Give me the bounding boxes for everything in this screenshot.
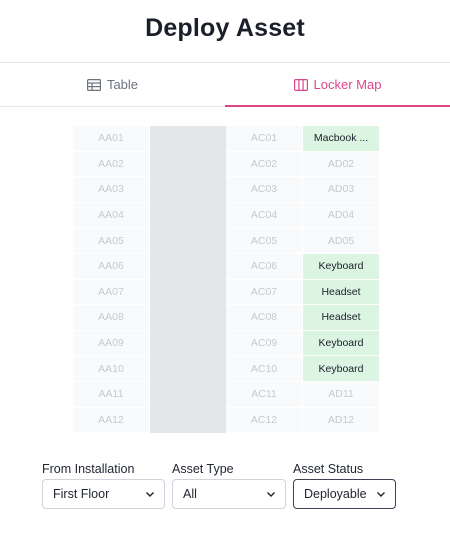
installation-select[interactable]: First Floor [42,479,165,509]
chevron-down-icon [267,492,275,497]
locker-cell[interactable]: AD12 [303,407,380,434]
locker-cell[interactable]: AC01 [226,126,303,152]
asset-type-filter: Asset Type All [172,462,286,509]
locker-cell[interactable]: AC05 [226,228,303,254]
chevron-down-icon [146,492,154,497]
locker-cell[interactable]: AC10 [226,356,303,382]
locker-map: AA01 AA02 AA03 AA04 AA05 AA06 AA07 AA08 AA09 AA10… [73,126,380,434]
locker-cell[interactable]: AD03 [303,177,380,203]
locker-cell[interactable]: AA09 [73,330,150,357]
asset-type-value: All [183,487,197,501]
asset-status-select[interactable]: Deployable [293,479,396,509]
view-tabs: Table Locker Map [0,62,450,107]
locker-cell-occupied[interactable]: Keyboard [303,330,380,357]
locker-cell[interactable]: AD05 [303,228,380,254]
chevron-down-icon [377,492,385,497]
table-icon [86,78,101,91]
locker-cell[interactable]: AC08 [226,305,303,331]
locker-cell[interactable]: AA08 [73,305,150,331]
locker-cell-occupied[interactable]: Headset [303,305,380,331]
locker-cell[interactable]: AA02 [73,151,150,178]
locker-cell[interactable]: AD04 [303,202,380,229]
locker-cell[interactable]: AA03 [73,177,150,203]
tab-locker-map-label: Locker Map [313,77,382,92]
page-title: Deploy Asset [145,14,305,42]
tab-table-label: Table [106,77,139,92]
locker-cell[interactable]: AC02 [226,151,303,178]
locker-cell[interactable]: AC04 [226,202,303,229]
locker-cell[interactable]: AC11 [226,381,303,408]
installation-filter: From Installation First Floor [42,462,165,509]
locker-cell[interactable]: AA12 [73,407,150,434]
locker-cell[interactable]: AA11 [73,381,150,408]
installation-value: First Floor [53,487,110,501]
columns-icon [293,78,308,91]
locker-cell[interactable]: AD02 [303,151,380,178]
locker-cell[interactable]: AA01 [73,126,150,152]
tab-table[interactable]: Table [0,63,225,106]
locker-cell[interactable]: AA10 [73,356,150,382]
locker-cell-occupied[interactable]: Macbook ... [303,126,380,152]
locker-cell[interactable]: AA06 [73,253,150,280]
locker-cell[interactable]: AA07 [73,279,150,306]
aisle [150,126,226,434]
locker-cell[interactable]: AC12 [226,407,303,434]
installation-label: From Installation [42,462,135,476]
locker-cell[interactable]: AA05 [73,228,150,254]
filter-bar: From Installation First Floor Asset Type… [42,462,396,509]
locker-cell-occupied[interactable]: Keyboard [303,253,380,280]
locker-cell[interactable]: AC09 [226,330,303,357]
locker-cell[interactable]: AC07 [226,279,303,306]
locker-cell[interactable]: AD11 [303,381,380,408]
locker-cell-occupied[interactable]: Keyboard [303,356,380,382]
locker-cell-occupied[interactable]: Headset [303,279,380,306]
locker-cell[interactable]: AC03 [226,177,303,203]
locker-cell[interactable]: AC06 [226,253,303,280]
asset-status-filter: Asset Status Deployable [293,462,396,509]
asset-status-label: Asset Status [293,462,364,476]
asset-type-label: Asset Type [172,462,234,476]
tab-locker-map[interactable]: Locker Map [225,63,450,107]
asset-type-select[interactable]: All [172,479,286,509]
locker-cell[interactable]: AA04 [73,202,150,229]
asset-status-value: Deployable [304,487,367,501]
